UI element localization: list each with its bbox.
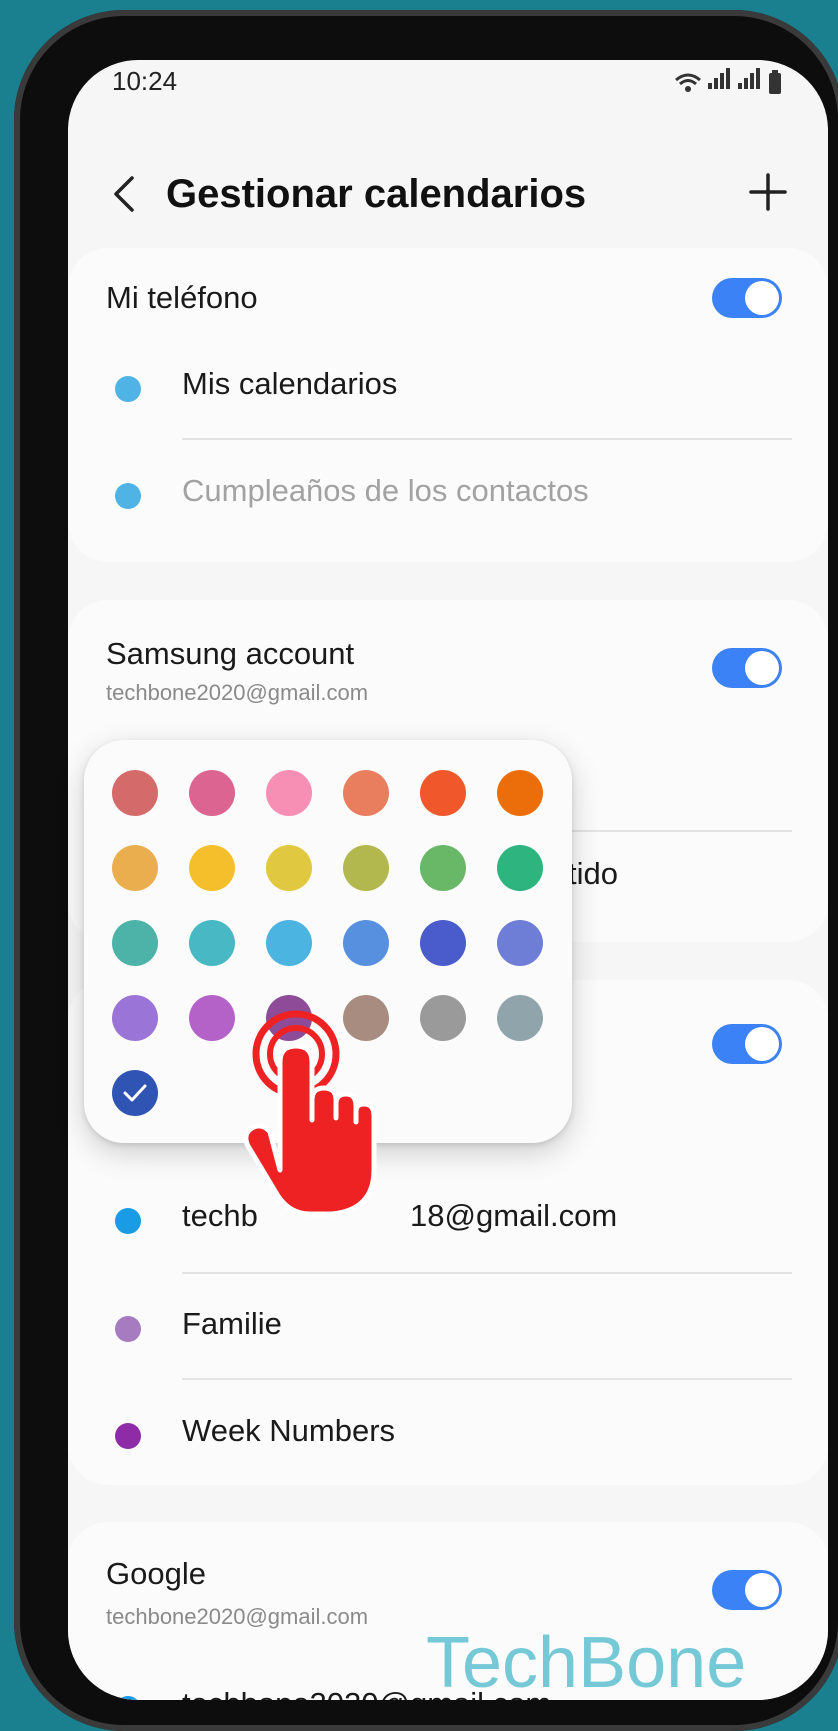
item-label: Cumpleaños de los contactos: [182, 473, 589, 508]
color-swatch[interactable]: [112, 920, 158, 966]
account-email: techbone2020@gmail.com: [106, 680, 369, 705]
color-swatch[interactable]: [497, 770, 543, 816]
account-title: Mi teléfono: [106, 280, 258, 315]
item-label-tail: 18@gmail.com: [410, 1198, 618, 1233]
color-dot: [115, 1423, 141, 1449]
item-label: Mis calendarios: [182, 366, 398, 401]
chevron-left-icon: [114, 176, 134, 212]
color-swatch[interactable]: [420, 845, 466, 891]
color-swatch[interactable]: [497, 845, 543, 891]
color-swatch[interactable]: [266, 920, 312, 966]
signal-icon: [708, 68, 732, 94]
account-title: Samsung account: [106, 636, 355, 671]
phone-frame: 10:24 Gestionar calendarios Mi teléfono …: [14, 10, 838, 1731]
color-swatch[interactable]: [266, 770, 312, 816]
account-toggle[interactable]: [712, 278, 782, 318]
color-dot: [115, 1696, 141, 1700]
divider: [182, 1272, 792, 1274]
checkmark-icon: [123, 1084, 147, 1102]
color-swatch[interactable]: [420, 920, 466, 966]
battery-icon: [769, 70, 781, 94]
tap-hand-icon: [243, 1010, 377, 1217]
color-swatch[interactable]: [497, 995, 543, 1041]
list-item[interactable]: techb 18@gmail.com: [68, 1172, 828, 1268]
color-swatch[interactable]: [189, 770, 235, 816]
list-item[interactable]: Week Numbers: [68, 1387, 828, 1483]
list-item[interactable]: Cumpleaños de los contactos: [68, 447, 828, 543]
list-item[interactable]: Mis calendarios: [68, 340, 828, 436]
color-swatch[interactable]: [420, 770, 466, 816]
account-email: techbone2020@gmail.com: [106, 1604, 369, 1629]
account-toggle[interactable]: [712, 1024, 782, 1064]
item-label-partial: tido: [568, 856, 618, 891]
add-calendar-button[interactable]: [738, 160, 798, 224]
color-swatch[interactable]: [266, 845, 312, 891]
status-icons: [674, 68, 782, 94]
color-swatch[interactable]: [497, 920, 543, 966]
color-dot: [115, 1316, 141, 1342]
color-swatch[interactable]: [420, 995, 466, 1041]
watermark: TechBone: [426, 1623, 747, 1703]
color-dot: [115, 1208, 141, 1234]
item-label: Familie: [182, 1306, 282, 1341]
color-swatch[interactable]: [343, 920, 389, 966]
account-toggle[interactable]: [712, 648, 782, 688]
account-toggle[interactable]: [712, 1570, 782, 1610]
color-swatch[interactable]: [189, 920, 235, 966]
item-label: Week Numbers: [182, 1413, 396, 1448]
back-button[interactable]: [104, 164, 144, 224]
color-swatch-selected[interactable]: [112, 1070, 158, 1116]
list-item[interactable]: Familie: [68, 1280, 828, 1376]
color-swatch[interactable]: [112, 845, 158, 891]
wifi-icon: [675, 73, 701, 92]
account-card-mi-telefono: Mi teléfono Mis calendarios Cumpleaños d…: [68, 248, 828, 562]
signal-icon-2: [738, 68, 762, 94]
status-time: 10:24: [112, 66, 178, 96]
divider: [182, 1378, 792, 1380]
page-title: Gestionar calendarios: [166, 172, 587, 216]
color-swatch[interactable]: [189, 845, 235, 891]
account-title: Google: [106, 1556, 206, 1591]
plus-icon: [749, 173, 787, 211]
color-swatch[interactable]: [343, 770, 389, 816]
color-swatch[interactable]: [189, 995, 235, 1041]
color-dot: [115, 376, 141, 402]
color-swatch[interactable]: [112, 995, 158, 1041]
divider: [182, 438, 792, 440]
color-swatch[interactable]: [112, 770, 158, 816]
color-swatch[interactable]: [343, 845, 389, 891]
color-dot: [115, 483, 141, 509]
